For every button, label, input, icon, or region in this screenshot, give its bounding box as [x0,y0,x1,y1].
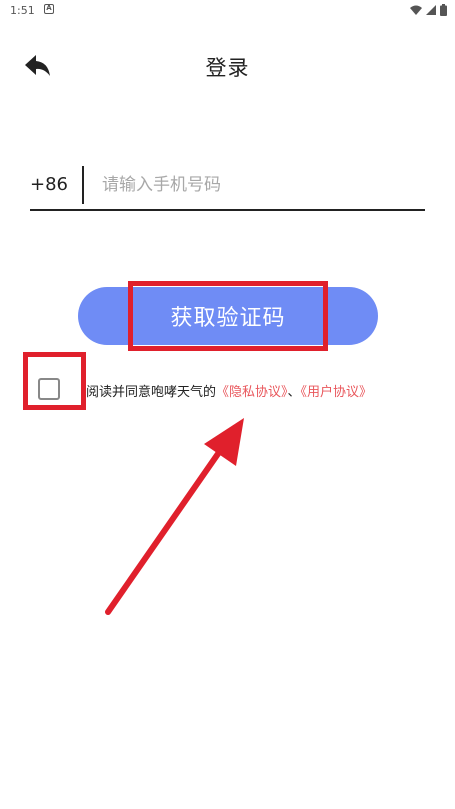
agreement-text: 阅读并同意咆哮天气的《隐私协议》、《用户协议》 [86,381,372,400]
phone-input-underline [30,209,425,211]
signal-icon [426,5,436,15]
status-icons [410,4,447,16]
notification-icon: A [44,4,54,14]
country-code[interactable]: +86 [30,174,68,195]
status-time: 1:51 [10,4,35,17]
user-agreement-link[interactable]: 《用户协议》 [301,385,373,400]
country-code-divider [82,166,84,204]
page-title: 登录 [205,56,250,80]
phone-input-row: +86 [30,160,425,212]
wifi-icon [410,5,422,15]
agreement-checkbox[interactable] [38,378,60,400]
phone-input[interactable] [102,168,402,202]
get-code-button[interactable]: 获取验证码 [78,287,378,345]
agreement-prefix: 阅读并同意咆哮天气的 [86,385,217,400]
agreement-separator: 、 [287,385,301,400]
header: 登录 [0,40,455,90]
privacy-policy-link[interactable]: 《隐私协议》 [216,385,288,400]
battery-icon [440,4,447,16]
annotation-arrow [105,418,244,615]
status-bar: 1:51 A [0,0,455,20]
